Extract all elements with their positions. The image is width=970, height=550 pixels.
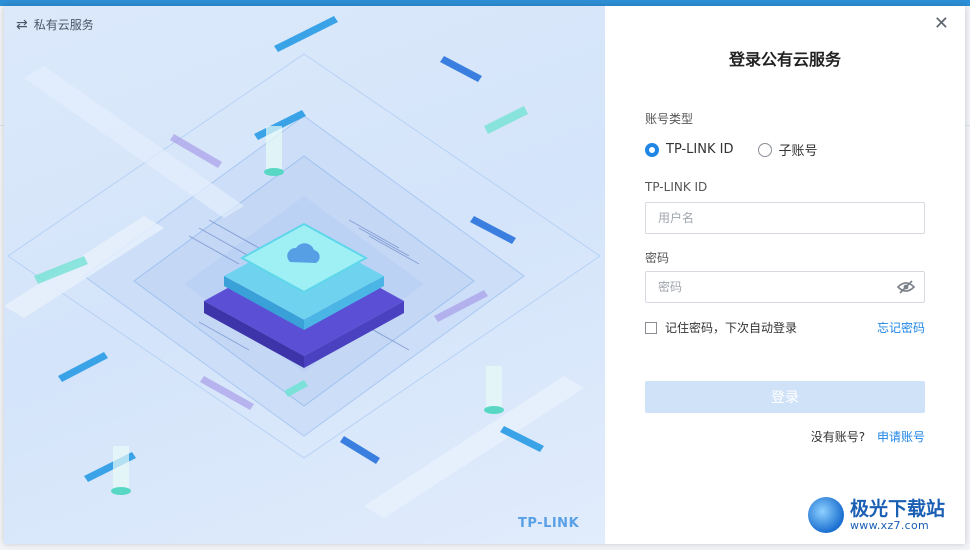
- signup-link[interactable]: 申请账号: [877, 430, 925, 444]
- eye-slash-icon[interactable]: [897, 280, 915, 294]
- close-icon: ✕: [933, 13, 949, 34]
- signup-row: 没有账号? 申请账号: [811, 428, 925, 445]
- close-button[interactable]: ✕: [934, 14, 949, 34]
- remember-password-checkbox[interactable]: 记住密码，下次自动登录: [645, 319, 797, 336]
- watermark-title: 极光下载站: [850, 498, 946, 520]
- checkbox-icon: [645, 321, 657, 334]
- illustration-panel: ⇄ 私有云服务 TP-LINK: [4, 6, 605, 544]
- radio-tp-link-id-label: TP-LINK ID: [666, 142, 734, 157]
- private-cloud-switch[interactable]: ⇄ 私有云服务: [16, 16, 94, 33]
- no-account-text: 没有账号?: [810, 430, 866, 444]
- account-type-group: TP-LINK ID 子账号: [645, 140, 818, 159]
- watermark-logo-icon: [808, 497, 844, 533]
- password-label: 密码: [645, 251, 670, 265]
- tp-link-logo: TP-LINK: [518, 516, 580, 531]
- radio-tp-link-id[interactable]: TP-LINK ID: [645, 142, 734, 157]
- remember-password-label: 记住密码，下次自动登录: [665, 321, 798, 335]
- account-type-label: 账号类型: [645, 112, 694, 126]
- forgot-password-link[interactable]: 忘记密码: [877, 319, 925, 336]
- private-cloud-label: 私有云服务: [33, 18, 94, 32]
- radio-sub-account[interactable]: 子账号: [757, 140, 818, 159]
- tp-link-id-label: TP-LINK ID: [645, 180, 708, 194]
- username-input[interactable]: [645, 202, 925, 234]
- login-button[interactable]: 登录: [645, 381, 925, 413]
- chip-cloud-illustration: [4, 16, 601, 518]
- dialog-title: 登录公有云服务: [728, 50, 841, 69]
- login-form-panel: ✕ 登录公有云服务 账号类型 TP-LINK ID 子账号 TP-LINK ID…: [605, 6, 965, 544]
- radio-sub-account-label: 子账号: [778, 144, 818, 159]
- login-dialog: ⇄ 私有云服务 TP-LINK ✕ 登录公有云服务 账号类型 TP-LINK I…: [4, 6, 965, 544]
- site-watermark: 极光下载站 www.xz7.com: [808, 497, 945, 533]
- watermark-url: www.xz7.com: [850, 519, 930, 532]
- swap-arrows-icon: ⇄: [16, 16, 28, 33]
- radio-checked-icon: [645, 142, 659, 157]
- password-input[interactable]: [645, 271, 925, 303]
- radio-unchecked-icon: [757, 142, 772, 157]
